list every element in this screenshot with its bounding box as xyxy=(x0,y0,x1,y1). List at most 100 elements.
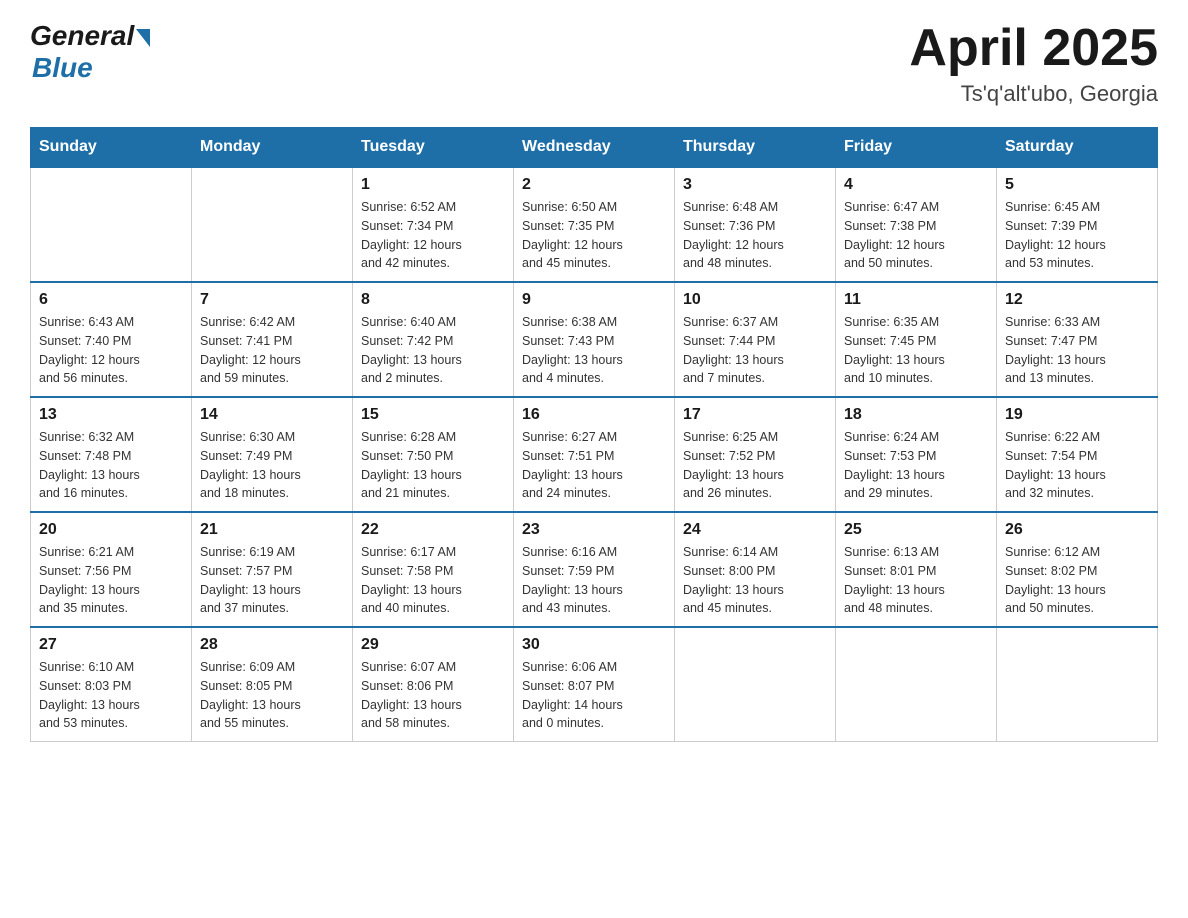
day-info: Sunrise: 6:12 AMSunset: 8:02 PMDaylight:… xyxy=(1005,543,1149,618)
day-info: Sunrise: 6:10 AMSunset: 8:03 PMDaylight:… xyxy=(39,658,183,733)
day-info: Sunrise: 6:27 AMSunset: 7:51 PMDaylight:… xyxy=(522,428,666,503)
day-number: 25 xyxy=(844,521,988,539)
calendar-cell: 1 Sunrise: 6:52 AMSunset: 7:34 PMDaylight… xyxy=(353,167,514,282)
day-info: Sunrise: 6:38 AMSunset: 7:43 PMDaylight:… xyxy=(522,313,666,388)
weekday-header-monday: Monday xyxy=(192,128,353,168)
day-number: 22 xyxy=(361,521,505,539)
calendar-cell: 8 Sunrise: 6:40 AMSunset: 7:42 PMDaylight… xyxy=(353,282,514,397)
day-number: 21 xyxy=(200,521,344,539)
weekday-header-sunday: Sunday xyxy=(31,128,192,168)
day-number: 6 xyxy=(39,291,183,309)
calendar-cell: 27Sunrise: 6:10 AMSunset: 8:03 PMDayligh… xyxy=(31,627,192,742)
calendar-cell xyxy=(31,167,192,282)
weekday-header-thursday: Thursday xyxy=(675,128,836,168)
calendar-title: April 2025 xyxy=(909,20,1158,77)
calendar-cell: 13 Sunrise: 6:32 AMSunset: 7:48 PMDayligh… xyxy=(31,397,192,512)
calendar-cell: 24 Sunrise: 6:14 AMSunset: 8:00 PMDayligh… xyxy=(675,512,836,627)
day-number: 10 xyxy=(683,291,827,309)
day-info: Sunrise: 6:45 AMSunset: 7:39 PMDaylight:… xyxy=(1005,198,1149,273)
calendar-cell: 6 Sunrise: 6:43 AMSunset: 7:40 PMDaylight… xyxy=(31,282,192,397)
calendar-body: 1 Sunrise: 6:52 AMSunset: 7:34 PMDaylight… xyxy=(31,167,1158,742)
day-info: Sunrise: 6:21 AMSunset: 7:56 PMDaylight:… xyxy=(39,543,183,618)
day-info: Sunrise: 6:35 AMSunset: 7:45 PMDaylight:… xyxy=(844,313,988,388)
logo-triangle-icon xyxy=(136,29,150,47)
day-number: 17 xyxy=(683,406,827,424)
day-number: 24 xyxy=(683,521,827,539)
day-info: Sunrise: 6:52 AMSunset: 7:34 PMDaylight:… xyxy=(361,198,505,273)
day-number: 11 xyxy=(844,291,988,309)
day-number: 19 xyxy=(1005,406,1149,424)
calendar-table: SundayMondayTuesdayWednesdayThursdayFrid… xyxy=(30,127,1158,742)
day-number: 15 xyxy=(361,406,505,424)
day-info: Sunrise: 6:13 AMSunset: 8:01 PMDaylight:… xyxy=(844,543,988,618)
day-number: 23 xyxy=(522,521,666,539)
day-number: 13 xyxy=(39,406,183,424)
day-info: Sunrise: 6:28 AMSunset: 7:50 PMDaylight:… xyxy=(361,428,505,503)
day-number: 4 xyxy=(844,176,988,194)
calendar-cell: 5 Sunrise: 6:45 AMSunset: 7:39 PMDaylight… xyxy=(997,167,1158,282)
day-number: 5 xyxy=(1005,176,1149,194)
day-info: Sunrise: 6:24 AMSunset: 7:53 PMDaylight:… xyxy=(844,428,988,503)
day-number: 18 xyxy=(844,406,988,424)
weekday-header-wednesday: Wednesday xyxy=(514,128,675,168)
calendar-week-4: 20 Sunrise: 6:21 AMSunset: 7:56 PMDayligh… xyxy=(31,512,1158,627)
day-info: Sunrise: 6:17 AMSunset: 7:58 PMDaylight:… xyxy=(361,543,505,618)
day-info: Sunrise: 6:50 AMSunset: 7:35 PMDaylight:… xyxy=(522,198,666,273)
weekday-header-friday: Friday xyxy=(836,128,997,168)
calendar-cell: 22 Sunrise: 6:17 AMSunset: 7:58 PMDayligh… xyxy=(353,512,514,627)
calendar-cell xyxy=(997,627,1158,742)
calendar-cell: 7Sunrise: 6:42 AMSunset: 7:41 PMDaylight… xyxy=(192,282,353,397)
calendar-cell: 9Sunrise: 6:38 AMSunset: 7:43 PMDaylight… xyxy=(514,282,675,397)
calendar-cell: 4 Sunrise: 6:47 AMSunset: 7:38 PMDaylight… xyxy=(836,167,997,282)
calendar-cell: 3Sunrise: 6:48 AMSunset: 7:36 PMDaylight… xyxy=(675,167,836,282)
day-info: Sunrise: 6:16 AMSunset: 7:59 PMDaylight:… xyxy=(522,543,666,618)
calendar-week-3: 13 Sunrise: 6:32 AMSunset: 7:48 PMDayligh… xyxy=(31,397,1158,512)
weekday-header-row: SundayMondayTuesdayWednesdayThursdayFrid… xyxy=(31,128,1158,168)
day-number: 16 xyxy=(522,406,666,424)
calendar-cell: 15 Sunrise: 6:28 AMSunset: 7:50 PMDayligh… xyxy=(353,397,514,512)
day-info: Sunrise: 6:09 AMSunset: 8:05 PMDaylight:… xyxy=(200,658,344,733)
calendar-cell: 2 Sunrise: 6:50 AMSunset: 7:35 PMDaylight… xyxy=(514,167,675,282)
day-info: Sunrise: 6:30 AMSunset: 7:49 PMDaylight:… xyxy=(200,428,344,503)
weekday-header-tuesday: Tuesday xyxy=(353,128,514,168)
day-info: Sunrise: 6:25 AMSunset: 7:52 PMDaylight:… xyxy=(683,428,827,503)
day-info: Sunrise: 6:07 AMSunset: 8:06 PMDaylight:… xyxy=(361,658,505,733)
calendar-week-5: 27Sunrise: 6:10 AMSunset: 8:03 PMDayligh… xyxy=(31,627,1158,742)
calendar-cell: 17 Sunrise: 6:25 AMSunset: 7:52 PMDayligh… xyxy=(675,397,836,512)
calendar-week-2: 6 Sunrise: 6:43 AMSunset: 7:40 PMDaylight… xyxy=(31,282,1158,397)
day-info: Sunrise: 6:47 AMSunset: 7:38 PMDaylight:… xyxy=(844,198,988,273)
day-number: 7 xyxy=(200,291,344,309)
day-number: 2 xyxy=(522,176,666,194)
logo: General Blue xyxy=(30,20,150,84)
calendar-cell: 30Sunrise: 6:06 AMSunset: 8:07 PMDayligh… xyxy=(514,627,675,742)
day-info: Sunrise: 6:37 AMSunset: 7:44 PMDaylight:… xyxy=(683,313,827,388)
day-info: Sunrise: 6:40 AMSunset: 7:42 PMDaylight:… xyxy=(361,313,505,388)
day-info: Sunrise: 6:48 AMSunset: 7:36 PMDaylight:… xyxy=(683,198,827,273)
day-info: Sunrise: 6:33 AMSunset: 7:47 PMDaylight:… xyxy=(1005,313,1149,388)
day-number: 20 xyxy=(39,521,183,539)
weekday-header-saturday: Saturday xyxy=(997,128,1158,168)
calendar-cell xyxy=(675,627,836,742)
day-number: 8 xyxy=(361,291,505,309)
day-number: 1 xyxy=(361,176,505,194)
calendar-cell: 21 Sunrise: 6:19 AMSunset: 7:57 PMDayligh… xyxy=(192,512,353,627)
calendar-cell: 20 Sunrise: 6:21 AMSunset: 7:56 PMDayligh… xyxy=(31,512,192,627)
day-info: Sunrise: 6:14 AMSunset: 8:00 PMDaylight:… xyxy=(683,543,827,618)
page-header: General Blue April 2025 Ts'q'alt'ubo, Ge… xyxy=(30,20,1158,107)
day-info: Sunrise: 6:32 AMSunset: 7:48 PMDaylight:… xyxy=(39,428,183,503)
calendar-cell: 26Sunrise: 6:12 AMSunset: 8:02 PMDayligh… xyxy=(997,512,1158,627)
day-number: 28 xyxy=(200,636,344,654)
day-info: Sunrise: 6:19 AMSunset: 7:57 PMDaylight:… xyxy=(200,543,344,618)
logo-blue-text: Blue xyxy=(32,52,93,84)
calendar-cell: 18 Sunrise: 6:24 AMSunset: 7:53 PMDayligh… xyxy=(836,397,997,512)
calendar-cell: 25 Sunrise: 6:13 AMSunset: 8:01 PMDayligh… xyxy=(836,512,997,627)
day-number: 30 xyxy=(522,636,666,654)
calendar-cell: 10 Sunrise: 6:37 AMSunset: 7:44 PMDayligh… xyxy=(675,282,836,397)
calendar-location: Ts'q'alt'ubo, Georgia xyxy=(909,81,1158,107)
day-number: 12 xyxy=(1005,291,1149,309)
day-info: Sunrise: 6:43 AMSunset: 7:40 PMDaylight:… xyxy=(39,313,183,388)
calendar-header: SundayMondayTuesdayWednesdayThursdayFrid… xyxy=(31,128,1158,168)
calendar-cell: 29Sunrise: 6:07 AMSunset: 8:06 PMDayligh… xyxy=(353,627,514,742)
calendar-cell: 16 Sunrise: 6:27 AMSunset: 7:51 PMDayligh… xyxy=(514,397,675,512)
calendar-cell: 28 Sunrise: 6:09 AMSunset: 8:05 PMDayligh… xyxy=(192,627,353,742)
